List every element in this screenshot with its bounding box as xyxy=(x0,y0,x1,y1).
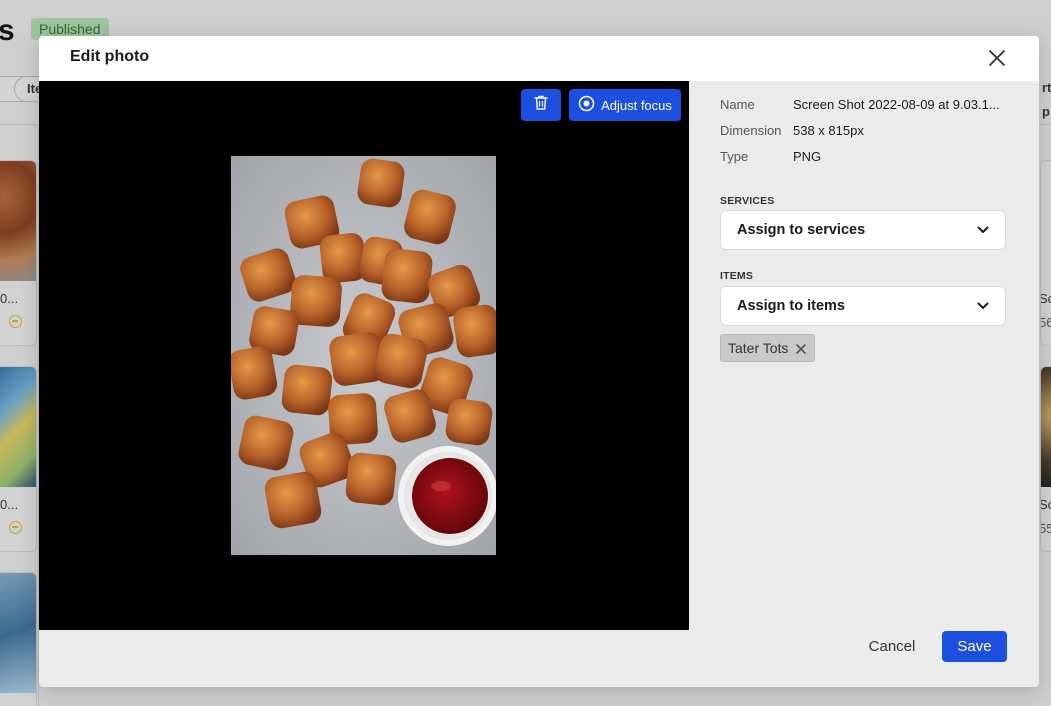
modal-title: Edit photo xyxy=(70,48,150,65)
services-select[interactable]: Assign to services xyxy=(720,210,1006,250)
card-thumbnail xyxy=(0,161,36,281)
adjust-focus-button[interactable]: Adjust focus xyxy=(569,89,681,121)
page-title: s xyxy=(0,14,15,47)
item-tag: Tater Tots xyxy=(720,334,816,362)
items-section-label: ITEMS xyxy=(720,270,754,282)
photo-preview: Adjust focus xyxy=(39,81,689,630)
card-title: Sc xyxy=(1041,291,1051,306)
name-value: Screen Shot 2022-08-09 at 9.03.1... xyxy=(793,97,1000,112)
services-select-value: Assign to services xyxy=(737,222,866,238)
photo-card[interactable]: 0... xyxy=(0,366,37,552)
link-icon xyxy=(9,315,22,328)
edit-photo-modal: Edit photo Adjust focus Name Screen Shot… xyxy=(39,36,1039,687)
dimension-value: 538 x 815px xyxy=(793,123,864,138)
cancel-button[interactable]: Cancel xyxy=(859,630,925,662)
meta-type-row: Type PNG xyxy=(720,149,821,164)
save-button[interactable]: Save xyxy=(942,631,1007,662)
card-title: 0... xyxy=(0,497,19,512)
photo-image xyxy=(231,156,496,555)
card-title: Sc xyxy=(1041,497,1051,512)
name-label: Name xyxy=(720,97,755,112)
chevron-down-icon xyxy=(977,222,989,238)
adjust-focus-label: Adjust focus xyxy=(601,97,672,113)
delete-photo-button[interactable] xyxy=(521,89,561,121)
chevron-down-icon xyxy=(977,298,989,314)
card-title: 0... xyxy=(0,291,19,306)
card-thumbnail xyxy=(0,573,36,693)
photo-card[interactable]: Sc 56 xyxy=(1040,160,1051,346)
type-value: PNG xyxy=(793,149,822,164)
items-select-value: Assign to items xyxy=(737,298,845,314)
target-icon xyxy=(578,95,595,115)
photo-card[interactable]: Sc 55 xyxy=(1040,366,1051,552)
photo-card[interactable]: 0... xyxy=(0,160,37,346)
card-subtitle: 56 xyxy=(1041,315,1051,330)
items-select[interactable]: Assign to items xyxy=(720,286,1006,326)
dimension-label: Dimension xyxy=(720,123,782,138)
card-thumbnail xyxy=(1041,367,1051,487)
link-icon xyxy=(9,521,22,534)
card-subtitle: 55 xyxy=(1041,521,1051,536)
services-section-label: SERVICES xyxy=(720,195,775,207)
type-label: Type xyxy=(720,149,749,164)
trash-icon xyxy=(533,94,549,116)
photo-card[interactable] xyxy=(0,572,37,706)
close-icon[interactable] xyxy=(987,48,1007,68)
card-thumbnail xyxy=(0,367,36,487)
remove-tag-icon[interactable] xyxy=(795,342,807,354)
item-tag-label: Tater Tots xyxy=(728,340,789,356)
meta-name-row: Name Screen Shot 2022-08-09 at 9.03.1... xyxy=(720,97,1000,112)
modal-header: Edit photo xyxy=(39,36,1039,81)
meta-dimension-row: Dimension 538 x 815px xyxy=(720,123,864,138)
